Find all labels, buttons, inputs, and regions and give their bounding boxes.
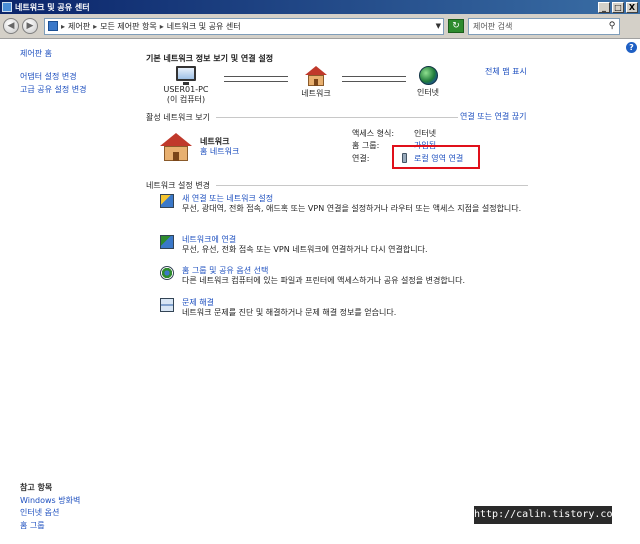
homegroup-link[interactable]: 홈 그룹	[20, 520, 45, 531]
windows-firewall-link[interactable]: Windows 방화벽	[20, 495, 80, 506]
breadcrumb[interactable]: ▸ 제어판 ▸ 모든 제어판 항목 ▸ 네트워크 및 공유 센터 ▼	[44, 17, 444, 35]
title-bar: 네트워크 및 공유 센터 _ □ X	[0, 0, 640, 14]
home-network-icon[interactable]	[160, 133, 192, 161]
highlight-box	[392, 145, 480, 169]
section-title: 네트워크 설정 변경	[146, 181, 210, 190]
map-network[interactable]: 네트워크	[286, 66, 346, 99]
breadcrumb-separator[interactable]: ▸	[160, 22, 164, 31]
window-title: 네트워크 및 공유 센터	[15, 2, 90, 12]
map-internet[interactable]: 인터넷	[398, 66, 458, 98]
internet-options-link[interactable]: 인터넷 옵션	[20, 507, 59, 518]
new-connection-icon	[160, 194, 174, 208]
search-icon[interactable]: ⚲	[605, 20, 619, 33]
connect-or-disconnect-link[interactable]: 연결 또는 연결 끊기	[460, 111, 527, 122]
computer-name: USER01-PC	[163, 85, 209, 94]
divider	[215, 117, 458, 118]
task-description: 네트워크 문제를 진단 및 해결하거나 문제 해결 정보를 얻습니다.	[182, 308, 397, 317]
watermark: http://calin.tistory.com	[474, 506, 619, 524]
troubleshoot-icon	[160, 298, 174, 312]
page-title: 기본 네트워크 정보 보기 및 연결 설정	[146, 54, 274, 63]
task-description: 무선, 광대역, 전화 접속, 애드혹 또는 VPN 연결을 설정하거나 라우터…	[182, 204, 522, 213]
advanced-sharing-settings-link[interactable]: 고급 공유 설정 변경	[20, 84, 87, 95]
globe-icon	[418, 66, 438, 85]
connection-label: 연결:	[352, 154, 370, 163]
back-button[interactable]: ◀	[3, 18, 19, 34]
homegroup-icon	[160, 266, 174, 280]
homegroup-sharing-link[interactable]: 홈 그룹 및 공유 옵션 선택	[182, 265, 268, 276]
map-connector	[342, 76, 406, 82]
computer-icon	[176, 66, 196, 85]
setup-connection-link[interactable]: 새 연결 또는 네트워크 설정	[182, 193, 273, 204]
map-connector	[224, 76, 288, 82]
control-panel-icon	[48, 21, 58, 31]
see-also-heading: 참고 항목	[20, 483, 53, 492]
network-center-icon	[2, 2, 12, 12]
change-adapter-settings-link[interactable]: 어댑터 설정 변경	[20, 71, 77, 82]
network-type-link[interactable]: 홈 네트워크	[200, 146, 239, 157]
minimize-button[interactable]: _	[598, 1, 610, 13]
see-full-map-link[interactable]: 전체 맵 표시	[485, 66, 527, 77]
address-bar: ◀ ▶ ▸ 제어판 ▸ 모든 제어판 항목 ▸ 네트워크 및 공유 센터 ▼ ↻…	[0, 14, 640, 39]
search-input[interactable]: 제어판 검색 ⚲	[468, 17, 620, 35]
internet-label: 인터넷	[416, 88, 440, 97]
connect-network-icon	[160, 235, 174, 249]
access-type-value: 인터넷	[414, 129, 437, 138]
divider	[215, 185, 528, 186]
refresh-icon[interactable]: ↻	[448, 19, 464, 33]
connect-network-link[interactable]: 네트워크에 연결	[182, 234, 236, 245]
section-title: 활성 네트워크 보기	[146, 113, 210, 122]
breadcrumb-network-center[interactable]: 네트워크 및 공유 센터	[167, 21, 241, 32]
breadcrumb-all-items[interactable]: 모든 제어판 항목	[100, 21, 157, 32]
main-content: 기본 네트워크 정보 보기 및 연결 설정 전체 맵 표시 USER01-PC …	[146, 40, 626, 500]
control-panel-home-link[interactable]: 제어판 홈	[20, 48, 52, 59]
search-placeholder: 제어판 검색	[473, 21, 513, 31]
breadcrumb-separator[interactable]: ▸	[61, 22, 65, 31]
close-button[interactable]: X	[626, 1, 638, 13]
forward-button[interactable]: ▶	[22, 18, 38, 34]
left-pane: 제어판 홈 어댑터 설정 변경 고급 공유 설정 변경 참고 항목 Window…	[0, 40, 130, 544]
maximize-button[interactable]: □	[612, 1, 624, 13]
map-computer[interactable]: USER01-PC (이 컴퓨터)	[156, 66, 216, 105]
change-settings-heading: 네트워크 설정 변경	[146, 180, 528, 191]
homegroup-label: 홈 그룹:	[352, 141, 380, 150]
task-description: 다른 네트워크 컴퓨터에 있는 파일과 프린터에 액세스하거나 공유 설정을 변…	[182, 276, 466, 285]
troubleshoot-link[interactable]: 문제 해결	[182, 297, 214, 308]
access-type-label: 액세스 형식:	[352, 129, 395, 138]
task-description: 무선, 유선, 전화 접속 또는 VPN 네트워크에 연결하거나 다시 연결합니…	[182, 245, 428, 254]
computer-sub-label: (이 컴퓨터)	[166, 95, 206, 104]
network-label: 네트워크	[301, 89, 331, 98]
chevron-down-icon[interactable]: ▼	[436, 22, 441, 30]
breadcrumb-control-panel[interactable]: 제어판	[68, 21, 90, 32]
home-network-icon	[305, 66, 327, 86]
breadcrumb-separator[interactable]: ▸	[93, 22, 97, 31]
help-icon[interactable]: ?	[626, 42, 637, 53]
active-networks-heading: 활성 네트워크 보기	[146, 112, 458, 123]
